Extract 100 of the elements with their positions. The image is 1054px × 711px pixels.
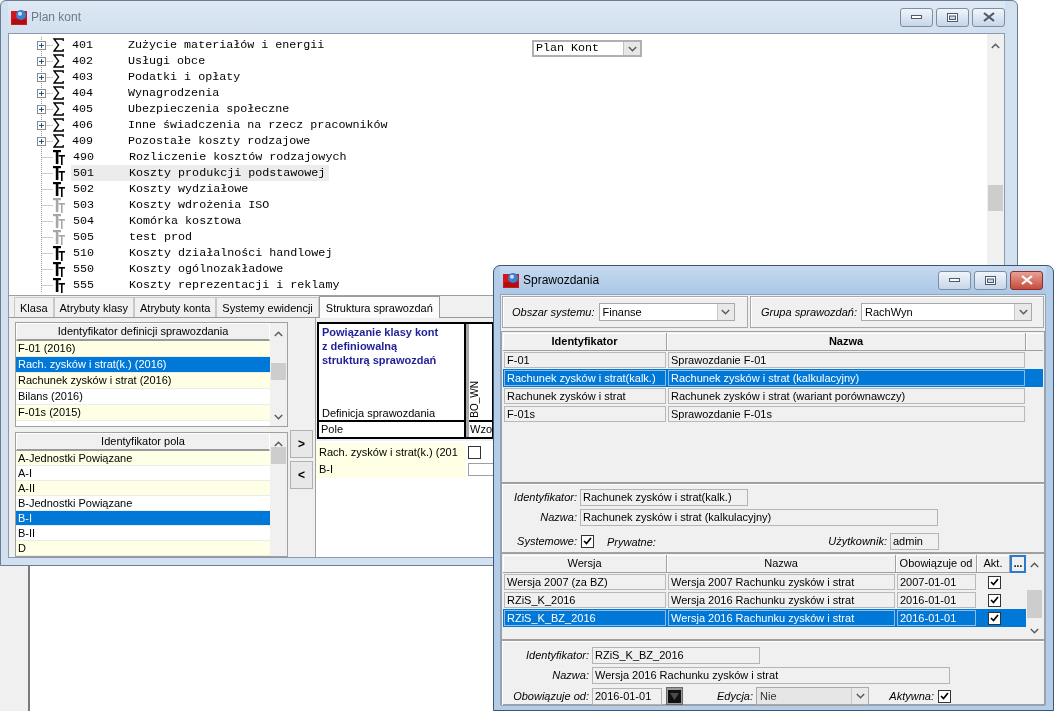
checkbox[interactable] (938, 689, 951, 703)
account-name[interactable]: test prod (129, 229, 197, 245)
date-picker-button[interactable] (666, 687, 683, 705)
text-field[interactable]: RZiS_K_BZ_2016 (592, 647, 760, 664)
account-name[interactable]: Usługi obce (128, 53, 210, 69)
tab[interactable]: Systemy ewidencji (216, 297, 319, 317)
tab[interactable]: Struktura sprawozdań (318, 296, 440, 318)
account-name[interactable]: Koszty reprezentacji i reklamy (129, 277, 344, 293)
plus-icon[interactable] (37, 137, 46, 146)
plus-icon[interactable] (37, 41, 46, 50)
checkbox[interactable] (987, 575, 1001, 589)
account-name[interactable]: Wynagrodzenia (128, 85, 224, 101)
tab[interactable]: Atrybuty klasy (53, 297, 134, 317)
account-name[interactable]: Rozliczenie kosztów rodzajowych (129, 149, 351, 165)
checkbox[interactable] (581, 534, 594, 548)
table-row[interactable]: Rachunek zysków i strat(kalk.) Rachunek zysków i strat (kalkulacyjny) (503, 369, 1043, 387)
account-code[interactable]: 510 (71, 245, 129, 261)
minimize-button[interactable] (900, 7, 933, 27)
list-item[interactable]: B-Jednostki Powiązane (16, 496, 270, 511)
scrollbar-thumb[interactable] (271, 447, 286, 464)
account-code[interactable]: 404 (70, 85, 128, 101)
scroll-up-icon[interactable] (274, 441, 283, 447)
dropdown[interactable]: Plan Kont (532, 40, 642, 57)
account-code[interactable]: 502 (71, 181, 129, 197)
account-code[interactable]: 405 (70, 101, 128, 117)
account-code[interactable]: 504 (71, 213, 129, 229)
maximize-button[interactable] (974, 270, 1007, 290)
tab[interactable]: Atrybuty konta (134, 297, 217, 317)
account-code[interactable]: 409 (70, 133, 128, 149)
plus-icon[interactable] (37, 89, 46, 98)
text-field[interactable]: Rachunek zysków i strat(kalk.) (580, 489, 748, 506)
account-code[interactable]: 401 (70, 37, 128, 53)
list-item[interactable]: A-Jednostki Powiązane (16, 451, 270, 466)
scroll-down-icon[interactable] (1030, 628, 1039, 634)
account-name[interactable]: Koszty ogólnozakładowe (129, 261, 288, 277)
account-code[interactable]: 501 (71, 165, 129, 181)
plus-icon[interactable] (37, 73, 46, 82)
text-field[interactable]: 2016-01-01 (592, 687, 662, 705)
table-row[interactable]: RZiS_K_BZ_2016 Wersja 2016 Rachunku zysków i strat 2016-01-01 (503, 609, 1026, 627)
account-code[interactable]: 555 (71, 277, 129, 293)
account-code[interactable]: 403 (70, 69, 128, 85)
close-button[interactable] (972, 7, 1005, 27)
account-code[interactable]: 490 (71, 149, 129, 165)
dropdown[interactable]: Finanse (598, 303, 735, 321)
plus-icon[interactable] (37, 121, 46, 130)
maximize-button[interactable] (936, 7, 969, 27)
scrollbar-thumb[interactable] (271, 363, 286, 380)
account-name[interactable]: Inne świadczenia na rzecz pracowników (128, 117, 392, 133)
list-item[interactable]: F-01 (2016) (16, 341, 270, 357)
account-code[interactable]: 406 (70, 117, 128, 133)
close-button[interactable] (1010, 270, 1043, 290)
chevron-down-icon[interactable] (1018, 309, 1028, 315)
table-cell: Sprawozdanie F-01s (668, 406, 1025, 422)
scroll-down-icon[interactable] (274, 414, 283, 420)
text-field[interactable]: admin (890, 532, 939, 550)
account-name[interactable]: Koszty wydziałowe (129, 181, 253, 197)
list-item[interactable]: D (16, 541, 270, 556)
list-item[interactable]: Bilans (2016) (16, 389, 270, 405)
text-field[interactable]: Rachunek zysków i strat (kalkulacyjny) (580, 509, 938, 526)
list-item[interactable]: F-01s (2015) (16, 405, 270, 421)
move-button[interactable]: < (290, 461, 313, 489)
scrollbar-thumb[interactable] (988, 185, 1003, 211)
more-button[interactable]: ... (1010, 555, 1026, 573)
account-code[interactable]: 550 (71, 261, 129, 277)
text-field[interactable]: Wersja 2016 Rachunku zysków i strat (592, 667, 950, 684)
list-item[interactable]: A-I (16, 466, 270, 481)
list-item[interactable]: B-I (16, 511, 270, 526)
checkbox[interactable] (987, 593, 1001, 607)
account-name[interactable]: Podatki i opłaty (128, 69, 245, 85)
scroll-up-icon[interactable] (991, 43, 1000, 49)
list-item[interactable]: Rachunek zysków i strat (2016) (16, 373, 270, 389)
plus-icon[interactable] (37, 105, 46, 114)
list-item[interactable]: B-II (16, 526, 270, 541)
plus-icon[interactable] (37, 57, 46, 66)
dropdown[interactable]: RachWyn (861, 303, 1032, 321)
tab[interactable]: Klasa (14, 297, 54, 317)
account-code[interactable]: 503 (71, 197, 129, 213)
table-cell: RZiS_K_2016 (504, 592, 666, 608)
account-name[interactable]: Koszty produkcji podstawowej (129, 165, 330, 181)
list-item[interactable]: A-II (16, 481, 270, 496)
scroll-up-icon[interactable] (1030, 562, 1039, 568)
account-name[interactable]: Zużycie materiałów i energii (128, 37, 329, 53)
scrollbar-thumb[interactable] (1027, 590, 1042, 618)
list-item[interactable]: Rach. zysków i strat(k.) (2016) (16, 357, 270, 373)
scrollbar[interactable] (270, 323, 287, 426)
account-name[interactable]: Koszty działalności handlowej (129, 245, 337, 261)
account-name[interactable]: Ubezpieczenia społeczne (128, 101, 294, 117)
account-name[interactable]: Pozostałe koszty rodzajowe (128, 133, 315, 149)
chevron-down-icon[interactable] (721, 309, 731, 315)
chevron-down-icon[interactable] (627, 45, 637, 52)
move-button[interactable]: > (290, 430, 313, 458)
account-code[interactable]: 505 (71, 229, 129, 245)
account-code[interactable]: 402 (70, 53, 128, 69)
checkbox[interactable] (468, 446, 481, 459)
scrollbar[interactable] (270, 433, 287, 556)
account-name[interactable]: Komórka kosztowa (129, 213, 246, 229)
account-name[interactable]: Koszty wdrożenia ISO (129, 197, 274, 213)
scroll-up-icon[interactable] (274, 331, 283, 337)
minimize-button[interactable] (938, 270, 971, 290)
checkbox[interactable] (987, 611, 1001, 625)
